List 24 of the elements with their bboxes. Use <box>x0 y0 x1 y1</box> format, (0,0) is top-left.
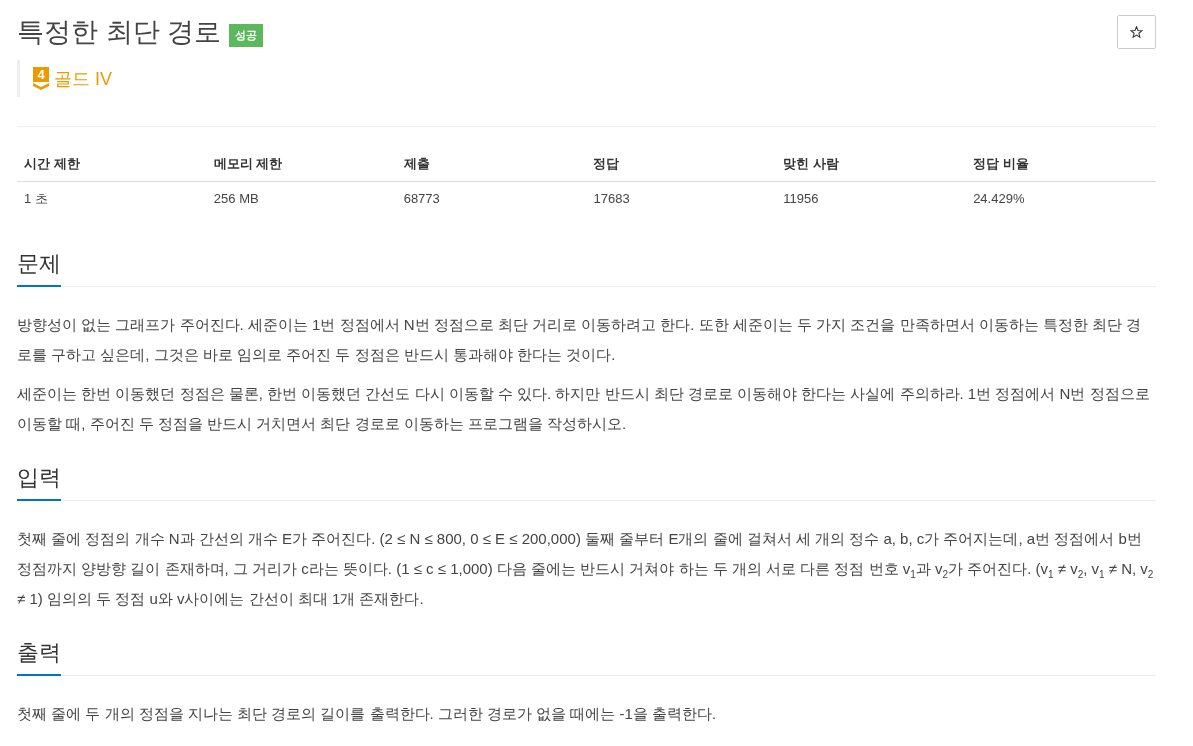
section-heading: 문제 <box>17 251 61 287</box>
table-header: 정답 <box>586 147 777 182</box>
paragraph: 첫째 줄에 두 개의 정점을 지나는 최단 경로의 길이를 출력한다. 그러한 경로가 없을 때에는 -1을 출력한다. <box>17 704 718 724</box>
section-heading: 입력 <box>17 465 61 501</box>
problem-title: 특정한 최단 경로 <box>17 16 221 49</box>
star-button[interactable] <box>1117 15 1156 49</box>
result-badge: 성공 <box>229 23 263 47</box>
star-icon <box>1130 26 1143 38</box>
table-header: 정답 비율 <box>966 147 1156 182</box>
paragraph: 세준이는 한번 이동했던 정점은 물론, 한번 이동했던 간선도 다시 이동할 수 있다. 하지만 반드시 최단 경로로 이동해야 한다는 사실에 주의하라. 1번 정점에서 N번 정점으로 이동할 때, 주어진 두 정점을 반드시 거치면서 최단 경로로 이동하는 프로그램을 작성하시오. <box>17 384 1151 434</box>
table-cell: 24.429% <box>966 181 1156 215</box>
table-cell: 17683 <box>586 181 777 215</box>
table-cell: 1 초 <box>17 181 207 215</box>
table-cell: 256 MB <box>206 181 397 215</box>
table-header: 맞힌 사람 <box>776 147 967 182</box>
table-header: 메모리 제한 <box>206 147 397 182</box>
paragraph: 첫째 줄에 정점의 개수 N과 간선의 개수 E가 주어진다. (2 ≤ N ≤ 800, 0 ≤ E ≤ 200,000) 둘째 줄부터 E개의 줄에 걸쳐서 세 개의 정수 a, b, c가 주어지는데, a번 정점에서 b번 정점까지 양방향 길이 존재하며, 그 거리가 c라는 뜻이다. (1 ≤ c ≤ 1,000) 다음 줄에는 반드시 거쳐야 하는 두 개의 서로 다른 정점 번호 v$_{1}$과 v$_{2}$가 주어진다. (v$_{1}$ ≠ v$_{2}$, v$_{1}$ ≠ N, v$_{2}$ ≠ 1) 임의의 두 정점 u와 v사이에는 간선이 최대 1개 존재한다. <box>17 529 1155 609</box>
table-header: 제출 <box>396 147 587 182</box>
table-cell: 11956 <box>776 181 967 215</box>
section-heading: 출력 <box>17 640 61 676</box>
paragraph: 방향성이 없는 그래프가 주어진다. 세준이는 1번 정점에서 N번 정점으로 최단 거리로 이동하려고 한다. 또한 세준이는 두 가지 조건을 만족하면서 이동하는 특정한 최단 경로를 구하고 싶은데, 그것은 바로 임의로 주어진 두 정점은 반드시 통과해야 한다는 것이다. <box>17 315 1143 365</box>
table-cell: 68773 <box>396 181 587 215</box>
table-header: 시간 제한 <box>17 147 207 182</box>
tier-label: 골드 IV <box>54 67 112 91</box>
